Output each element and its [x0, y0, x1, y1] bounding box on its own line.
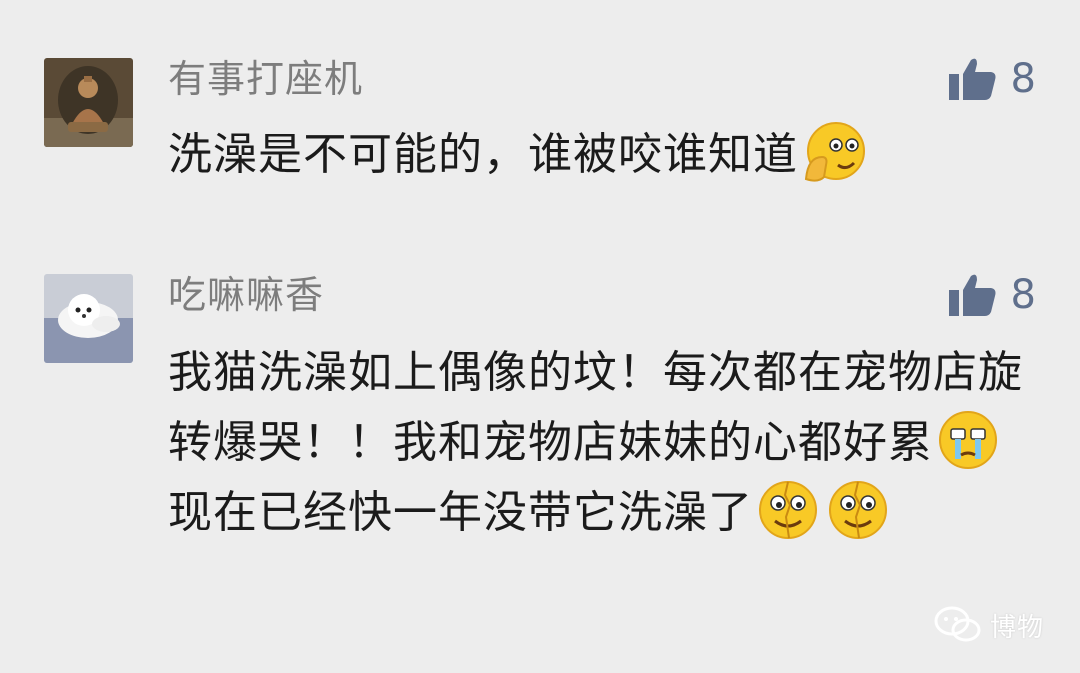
facepalm-emoji-icon — [804, 122, 865, 182]
buddha-statue-avatar-icon — [44, 58, 133, 147]
comment-text: 洗澡是不可能的，谁被咬谁知道 — [168, 120, 1048, 190]
username[interactable]: 有事打座机 — [168, 56, 363, 102]
crying-emoji-icon — [939, 411, 997, 469]
comment-text-segment: 现在已经快一年没带它洗澡了 — [168, 487, 753, 538]
comment-text-segment: 洗澡是不可能的，谁被咬谁知道 — [168, 129, 798, 180]
like-button[interactable]: 8 — [948, 56, 1036, 102]
white-puppy-avatar-icon — [44, 274, 133, 363]
thumbs-up-icon — [948, 274, 996, 316]
avatar[interactable] — [44, 58, 133, 147]
watermark: 博物 — [934, 605, 1044, 645]
thumbs-up-icon — [948, 58, 996, 100]
watermark-text: 博物 — [989, 612, 1044, 643]
avatar[interactable] — [44, 274, 133, 363]
comment-text-segment: 我猫洗澡如上偶像的坟！每次都在宠物店旋转爆哭！！我和宠物店妹妹的心都好累 — [168, 347, 1023, 468]
broken-smile-emoji-icon — [759, 481, 817, 539]
like-count: 8 — [1010, 272, 1036, 318]
broken-smile-emoji-icon — [829, 481, 887, 539]
like-count: 8 — [1010, 56, 1036, 102]
username[interactable]: 吃嘛嘛香 — [168, 272, 324, 318]
wechat-icon — [934, 606, 981, 642]
comment-text: 我猫洗澡如上偶像的坟！每次都在宠物店旋转爆哭！！我和宠物店妹妹的心都好累 现在已… — [168, 338, 1048, 548]
like-button[interactable]: 8 — [948, 272, 1036, 318]
